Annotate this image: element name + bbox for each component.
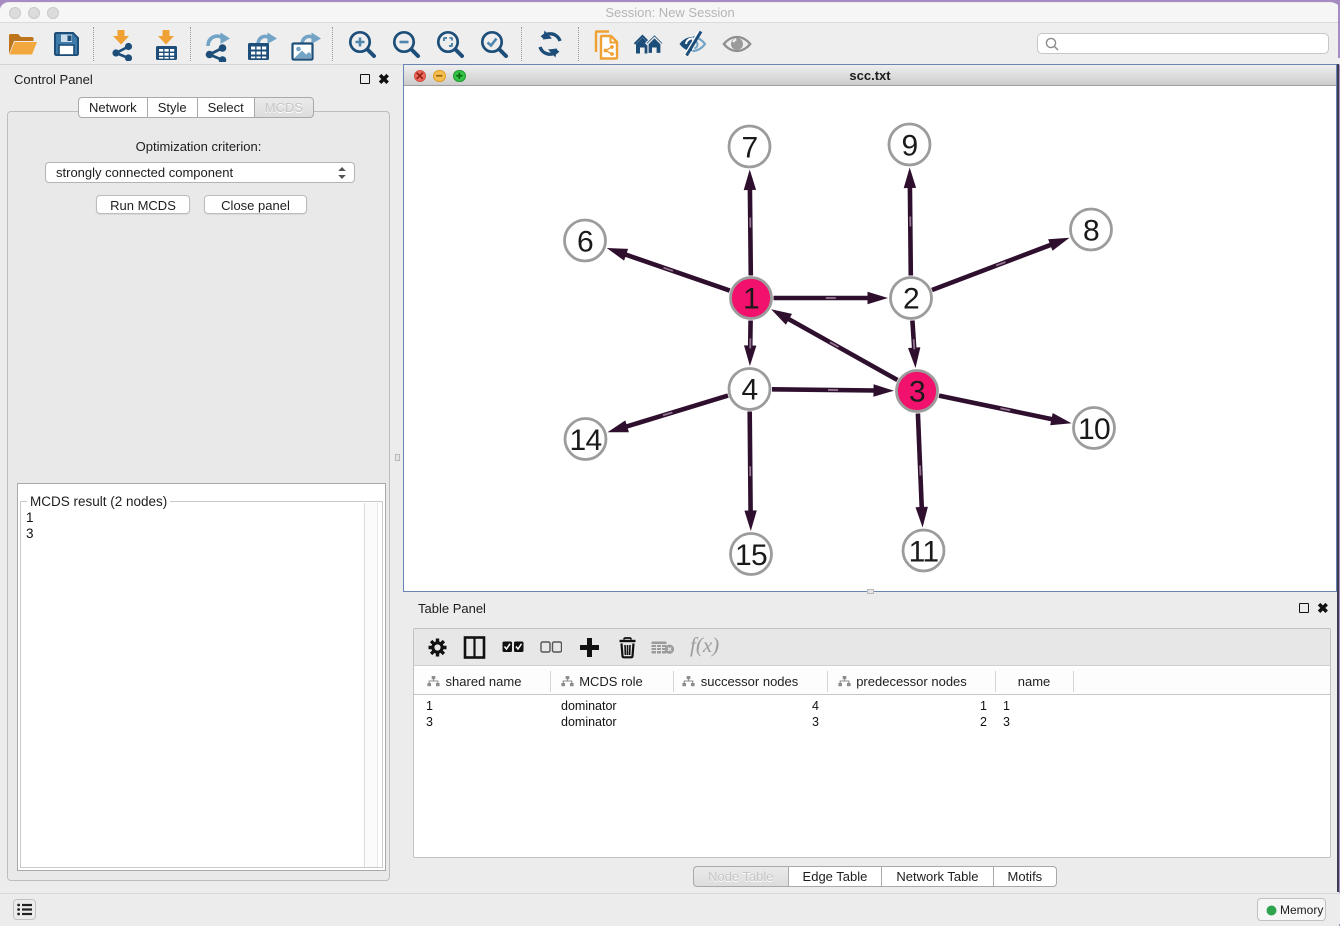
svg-text:11: 11: [909, 536, 939, 569]
svg-text:7: 7: [742, 132, 758, 165]
svg-text:3: 3: [909, 376, 925, 409]
svg-text:15: 15: [735, 539, 767, 572]
svg-text:6: 6: [577, 226, 593, 259]
svg-text:2: 2: [903, 283, 919, 316]
svg-text:10: 10: [1078, 413, 1110, 446]
svg-text:14: 14: [570, 424, 602, 457]
svg-text:9: 9: [902, 130, 918, 163]
svg-text:4: 4: [742, 374, 758, 407]
svg-text:8: 8: [1083, 215, 1099, 248]
svg-text:1: 1: [743, 283, 759, 316]
